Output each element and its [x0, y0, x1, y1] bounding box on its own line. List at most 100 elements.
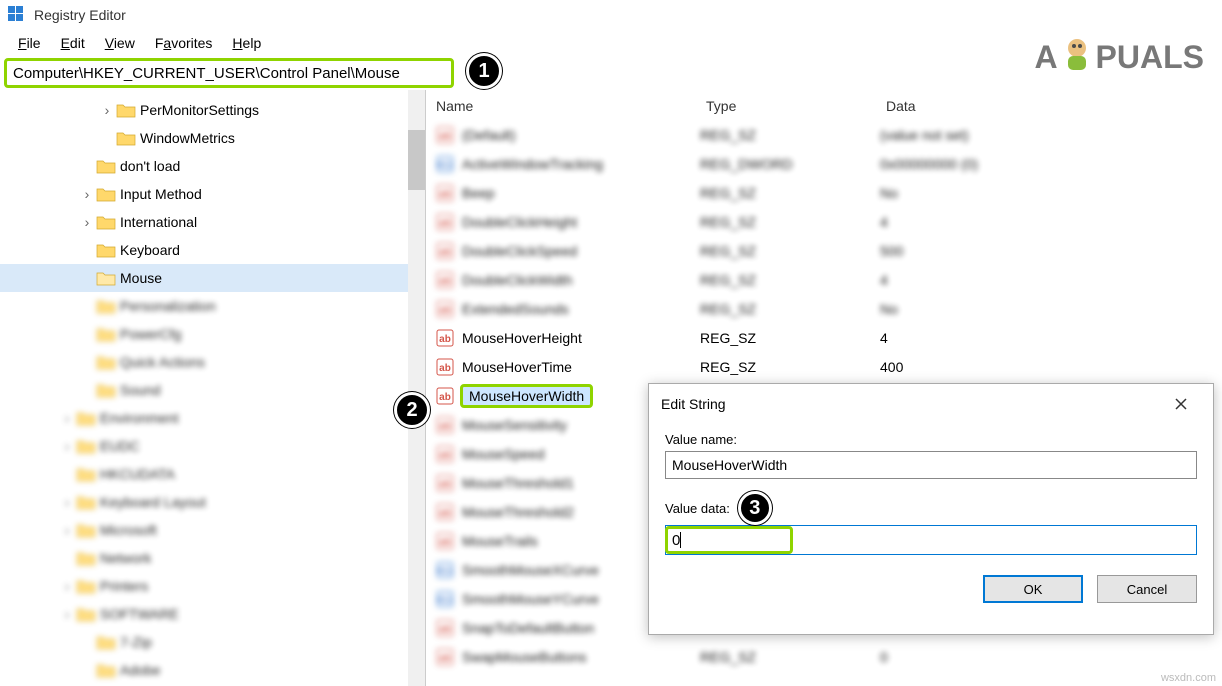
tree-item[interactable]: Personalization	[0, 292, 425, 320]
folder-icon	[96, 186, 116, 202]
dialog-title-bar: Edit String	[649, 384, 1213, 424]
list-row[interactable]: abDoubleClickHeight REG_SZ 4	[426, 207, 1222, 236]
value-type: REG_DWORD	[700, 156, 880, 172]
value-name: MouseSensitivity	[460, 416, 569, 434]
value-data: 0	[880, 649, 1212, 665]
tree-item[interactable]: ›International	[0, 208, 425, 236]
header-type[interactable]: Type	[706, 98, 886, 114]
value-name: SnapToDefaultButton	[460, 619, 596, 637]
value-name: MouseThreshold2	[460, 503, 576, 521]
tree-item[interactable]: Network	[0, 544, 425, 572]
tree-panel[interactable]: ›PerMonitorSettings WindowMetrics don't lo…	[0, 90, 426, 686]
list-row[interactable]: ab(Default) REG_SZ (value not set)	[426, 120, 1222, 149]
value-data-field[interactable]: 0	[665, 525, 1197, 555]
menu-edit[interactable]: Edit	[51, 35, 95, 51]
tree-item[interactable]: Sound	[0, 376, 425, 404]
tree-item[interactable]: HKCUDATA	[0, 460, 425, 488]
list-row[interactable]: abExtendedSounds REG_SZ No	[426, 294, 1222, 323]
list-row[interactable]: abBeep REG_SZ No	[426, 178, 1222, 207]
step-badge-3: 3	[738, 491, 772, 525]
tree-item[interactable]: ›Printers	[0, 572, 425, 600]
tree-item[interactable]: 7-Zip	[0, 628, 425, 656]
expand-arrow-icon[interactable]: ›	[100, 102, 114, 118]
svg-text:ab: ab	[439, 334, 451, 345]
menu-view[interactable]: View	[95, 35, 145, 51]
tree-item[interactable]: PowerCfg	[0, 320, 425, 348]
folder-icon	[76, 606, 96, 622]
tree-item[interactable]: Quick Actions	[0, 348, 425, 376]
tree-item-label: Input Method	[120, 186, 202, 202]
value-name-field[interactable]: MouseHoverWidth	[665, 451, 1197, 479]
address-bar[interactable]: Computer\HKEY_CURRENT_USER\Control Panel…	[4, 58, 454, 88]
menu-help[interactable]: Help	[222, 35, 271, 51]
tree-item[interactable]: › Keyboard Layout	[0, 488, 425, 516]
list-row[interactable]: abMouseHoverHeight REG_SZ 4	[426, 323, 1222, 352]
appuals-watermark: A PUALS	[1034, 34, 1204, 81]
expand-arrow-icon[interactable]: ›	[60, 438, 74, 454]
tree-item[interactable]: Keyboard	[0, 236, 425, 264]
tree-item-label: WindowMetrics	[140, 130, 235, 146]
value-bin-icon: 011	[436, 155, 454, 173]
value-type: REG_SZ	[700, 649, 880, 665]
list-row[interactable]: 011ActiveWindowTracking REG_DWORD 0x0000…	[426, 149, 1222, 178]
expand-arrow-icon[interactable]: ›	[80, 214, 94, 230]
menu-favorites[interactable]: Favorites	[145, 35, 223, 51]
tree-item[interactable]: › Input Method	[0, 180, 425, 208]
tree-item[interactable]: ›PerMonitorSettings	[0, 96, 425, 124]
value-name-label: Value name:	[665, 432, 1197, 447]
value-data: 4	[880, 214, 1212, 230]
window-title: Registry Editor	[34, 7, 126, 23]
header-data[interactable]: Data	[886, 98, 1212, 114]
svg-text:ab: ab	[439, 450, 451, 461]
list-header[interactable]: Name Type Data	[426, 90, 1222, 120]
value-data: 4	[880, 330, 1212, 346]
list-row[interactable]: abMouseHoverTime REG_SZ 400	[426, 352, 1222, 381]
folder-icon	[116, 102, 136, 118]
list-row[interactable]: abDoubleClickWidth REG_SZ 4	[426, 265, 1222, 294]
expand-arrow-icon[interactable]: ›	[60, 606, 74, 622]
header-name[interactable]: Name	[436, 98, 706, 114]
svg-text:ab: ab	[439, 421, 451, 432]
svg-text:011: 011	[437, 567, 453, 577]
svg-text:ab: ab	[439, 131, 451, 142]
tree-item[interactable]: don't load	[0, 152, 425, 180]
expand-arrow-icon[interactable]: ›	[60, 578, 74, 594]
edit-string-dialog: Edit String Value name: MouseHoverWidth …	[648, 383, 1214, 635]
tree-item-label: don't load	[120, 158, 180, 174]
expand-arrow-icon[interactable]: ›	[80, 186, 94, 202]
tree-item-label: PowerCfg	[120, 326, 181, 342]
tree-item[interactable]: WindowMetrics	[0, 124, 425, 152]
value-name: SmoothMouseYCurve	[460, 590, 601, 608]
folder-icon	[96, 326, 116, 342]
value-name: DoubleClickSpeed	[460, 242, 579, 260]
expand-arrow-icon[interactable]: ›	[60, 522, 74, 538]
tree-item-label: Keyboard	[120, 242, 180, 258]
tree-scrollbar-thumb[interactable]	[408, 130, 425, 190]
value-ab-icon: ab	[436, 387, 454, 405]
tree-item-label: Keyboard Layout	[100, 494, 206, 510]
step-badge-1: 1	[466, 53, 502, 89]
value-ab-icon: ab	[436, 416, 454, 434]
value-type: REG_SZ	[700, 359, 880, 375]
ok-button[interactable]: OK	[983, 575, 1083, 603]
tree-item[interactable]: ›Environment	[0, 404, 425, 432]
folder-icon	[96, 382, 116, 398]
cancel-button[interactable]: Cancel	[1097, 575, 1197, 603]
expand-arrow-icon[interactable]: ›	[60, 410, 74, 426]
value-name: SmoothMouseXCurve	[460, 561, 601, 579]
tree-item[interactable]: ›SOFTWARE	[0, 600, 425, 628]
tree-item[interactable]: ›EUDC	[0, 432, 425, 460]
value-data: No	[880, 301, 1212, 317]
dialog-close-button[interactable]	[1161, 389, 1201, 419]
menu-file[interactable]: File	[8, 35, 51, 51]
expand-arrow-icon[interactable]: ›	[60, 494, 74, 510]
list-row[interactable]: abSwapMouseButtons REG_SZ 0	[426, 642, 1222, 671]
tree-item[interactable]: ›Microsoft	[0, 516, 425, 544]
tree-item[interactable]: Mouse	[0, 264, 425, 292]
tree-item-label: Quick Actions	[120, 354, 205, 370]
value-type: REG_SZ	[700, 330, 880, 346]
tree-item[interactable]: Adobe	[0, 656, 425, 684]
svg-text:011: 011	[437, 161, 453, 171]
folder-icon	[76, 438, 96, 454]
list-row[interactable]: abDoubleClickSpeed REG_SZ 500	[426, 236, 1222, 265]
